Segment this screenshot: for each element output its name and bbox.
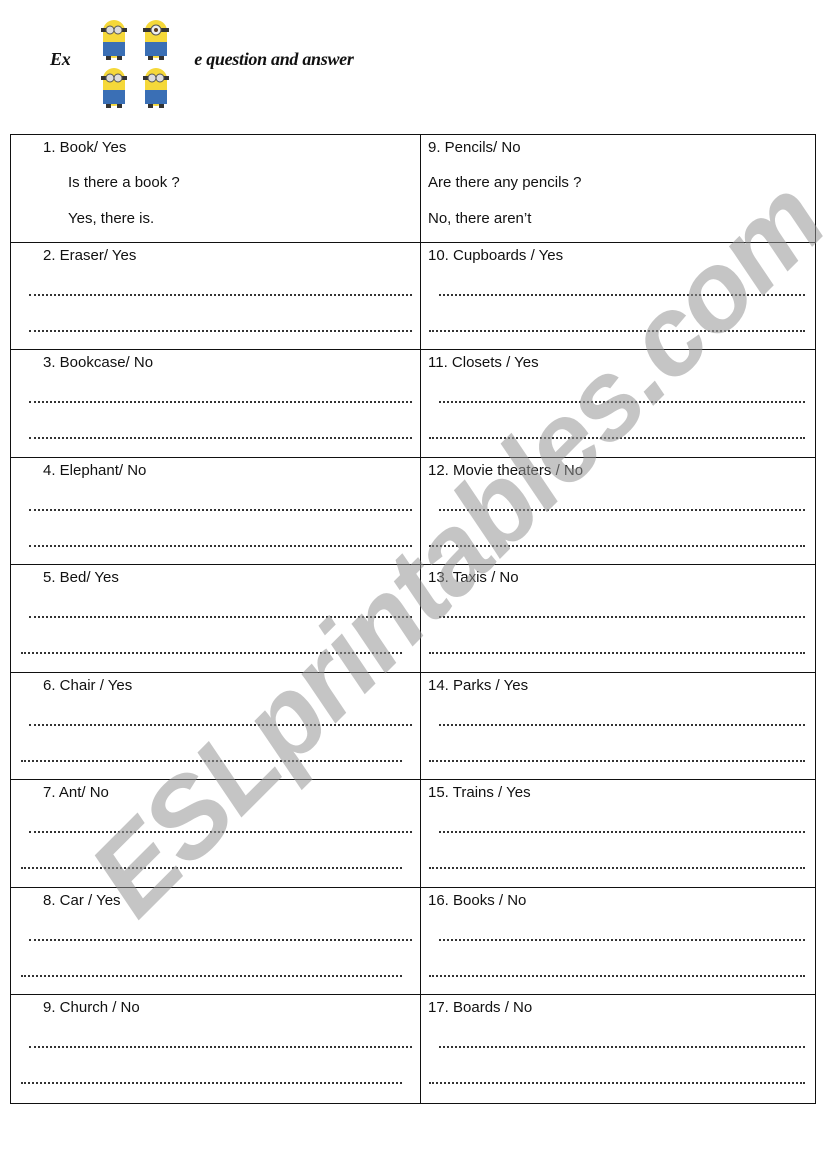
exercise-prompt: 1. Book/ Yes <box>43 139 127 156</box>
exercise-prompt: 2. Eraser/ Yes <box>43 246 137 264</box>
minion-4 <box>143 68 169 108</box>
exercise-cell: 16. Books / No <box>421 888 815 995</box>
exercise-cell: 2. Eraser/ Yes <box>11 242 421 350</box>
exercise-cell: 7. Ant/ No <box>11 780 421 888</box>
exercise-prompt: 6. Chair / Yes <box>43 676 133 694</box>
answer-line-question[interactable] <box>29 508 412 511</box>
minions-illustration <box>101 20 169 108</box>
answer-line-question[interactable] <box>439 938 805 941</box>
example-question: Is there a book ? <box>68 174 180 191</box>
answer-line-question[interactable] <box>439 616 805 618</box>
answer-line-answer[interactable] <box>21 759 402 762</box>
answer-line-answer[interactable] <box>21 974 402 977</box>
answer-line-answer[interactable] <box>29 329 412 332</box>
answer-line-question[interactable] <box>29 616 412 618</box>
exercise-prompt: 13. Taxis / No <box>428 569 519 586</box>
answer-line-answer[interactable] <box>21 867 402 869</box>
exercise-prompt: 3. Bookcase/ No <box>43 354 154 371</box>
exercise-prompt: 12. Movie theaters / No <box>428 461 584 479</box>
example-question: Are there any pencils ? <box>428 174 582 191</box>
answer-line-question[interactable] <box>439 293 805 296</box>
worksheet-table: 1. Book/ Yes Is there a book ? Yes, there … <box>10 134 816 1104</box>
exercise-cell: 3. Bookcase/ No <box>11 350 421 458</box>
answer-line-question[interactable] <box>439 831 805 833</box>
answer-line-question[interactable] <box>29 831 412 833</box>
exercise-prompt: 14. Parks / Yes <box>428 676 529 694</box>
minion-1 <box>101 20 127 60</box>
worksheet-header: Ex e question and answer <box>0 0 826 130</box>
answer-line-question[interactable] <box>29 1046 412 1048</box>
exercise-prompt: 5. Bed/ Yes <box>43 569 119 586</box>
exercise-cell: 14. Parks / Yes <box>421 673 815 780</box>
example-answer: No, there aren’t <box>428 210 532 227</box>
answer-line-question[interactable] <box>439 401 805 403</box>
answer-line-question[interactable] <box>29 938 412 941</box>
answer-line-answer[interactable] <box>29 544 412 547</box>
answer-line-answer[interactable] <box>429 652 805 654</box>
answer-line-answer[interactable] <box>429 974 805 977</box>
exercise-cell: 4. Elephant/ No <box>11 457 421 565</box>
answer-line-question[interactable] <box>439 508 805 511</box>
answer-line-question[interactable] <box>439 1046 805 1048</box>
exercise-cell: 10. Cupboards / Yes <box>421 243 815 350</box>
answer-line-answer[interactable] <box>429 437 805 439</box>
exercise-cell: 15. Trains / Yes <box>421 780 815 888</box>
answer-line-answer[interactable] <box>429 329 805 332</box>
exercise-prompt: 4. Elephant/ No <box>43 461 147 479</box>
answer-line-answer[interactable] <box>429 867 805 869</box>
example-answer: Yes, there is. <box>68 210 155 227</box>
exercise-prompt: 10. Cupboards / Yes <box>428 246 564 264</box>
exercise-cell: 11. Closets / Yes <box>421 350 815 458</box>
answer-line-answer[interactable] <box>29 437 412 439</box>
answer-line-answer[interactable] <box>429 1082 805 1084</box>
exercise-cell: 13. Taxis / No <box>421 565 815 673</box>
exercise-prompt: 9. Pencils/ No <box>428 139 521 156</box>
exercise-prompt: 15. Trains / Yes <box>428 784 531 801</box>
answer-line-question[interactable] <box>439 723 805 726</box>
exercise-cell: 1. Book/ Yes Is there a book ? Yes, there … <box>11 135 421 243</box>
exercise-prompt: 11. Closets / Yes <box>428 354 539 371</box>
worksheet-title: Ex e question and answer <box>50 49 354 69</box>
minion-3 <box>101 68 127 108</box>
exercise-cell: 5. Bed/ Yes <box>11 565 421 673</box>
exercise-prompt: 17. Boards / No <box>428 999 533 1016</box>
answer-line-question[interactable] <box>29 401 412 403</box>
answer-line-answer[interactable] <box>21 1082 402 1084</box>
answer-line-question[interactable] <box>29 293 412 296</box>
minion-2 <box>143 20 169 60</box>
exercise-cell: 9. Pencils/ No Are there any pencils ? No,… <box>421 135 815 243</box>
answer-line-answer[interactable] <box>429 759 805 762</box>
exercise-cell: 17. Boards / No <box>421 995 815 1103</box>
exercise-prompt: 8. Car / Yes <box>43 891 121 909</box>
exercise-prompt: 7. Ant/ No <box>43 784 109 801</box>
exercise-prompt: 16. Books / No <box>428 891 527 909</box>
answer-line-answer[interactable] <box>21 652 402 654</box>
exercise-cell: 6. Chair / Yes <box>11 672 421 780</box>
exercise-cell: 9. Church / No <box>11 995 421 1103</box>
answer-line-answer[interactable] <box>429 544 805 547</box>
exercise-cell: 8. Car / Yes <box>11 887 421 995</box>
minions-image <box>97 16 175 112</box>
exercise-prompt: 9. Church / No <box>43 999 140 1016</box>
answer-line-question[interactable] <box>29 723 412 726</box>
exercise-cell: 12. Movie theaters / No <box>421 458 815 565</box>
